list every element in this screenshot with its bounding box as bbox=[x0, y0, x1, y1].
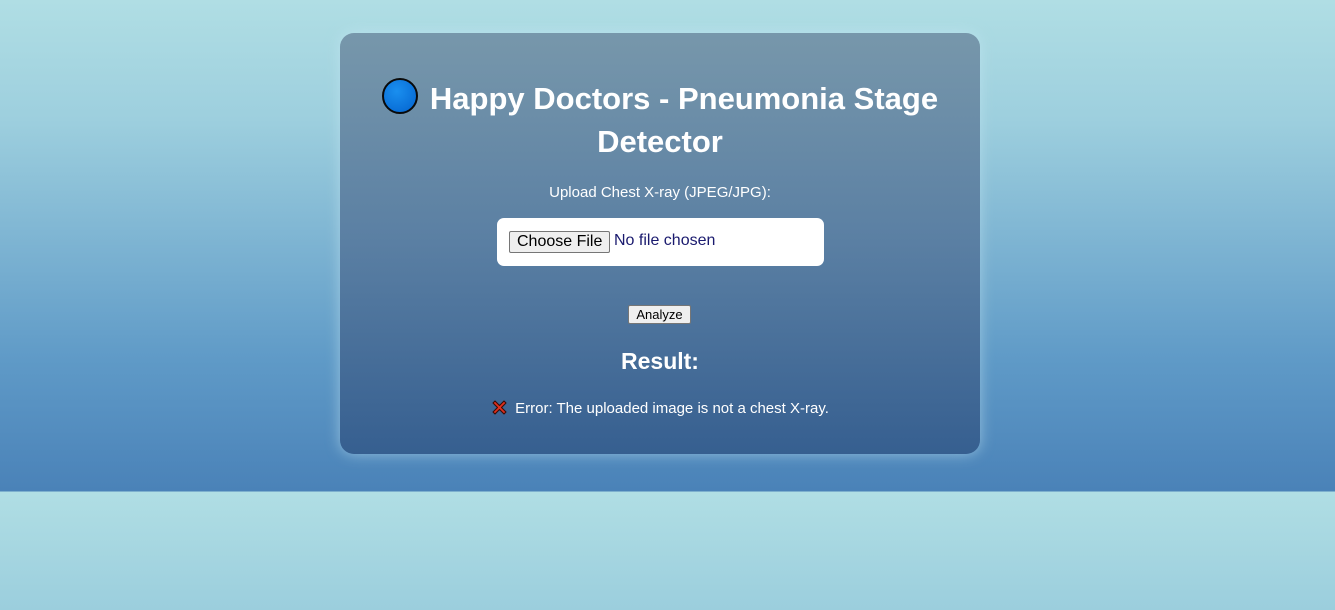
detector-card: Happy Doctors - Pneumonia Stage Detector… bbox=[340, 33, 980, 454]
file-status-text: No file chosen bbox=[614, 232, 716, 249]
analyze-button[interactable]: Analyze bbox=[628, 305, 691, 324]
upload-label: Upload Chest X-ray (JPEG/JPG): bbox=[549, 184, 771, 201]
page-title-text: Happy Doctors - Pneumonia Stage Detector bbox=[429, 81, 939, 159]
blue-circle-icon bbox=[381, 78, 418, 114]
file-input[interactable]: Choose File No file chosen bbox=[497, 218, 824, 266]
page-title: Happy Doctors - Pneumonia Stage Detector bbox=[360, 77, 960, 163]
cross-mark-icon bbox=[492, 400, 507, 415]
result-message: Error: The uploaded image is not a chest… bbox=[340, 399, 980, 417]
result-message-text: Error: The uploaded image is not a chest… bbox=[515, 400, 829, 417]
result-heading: Result: bbox=[621, 348, 699, 374]
choose-file-button[interactable]: Choose File bbox=[509, 231, 611, 253]
